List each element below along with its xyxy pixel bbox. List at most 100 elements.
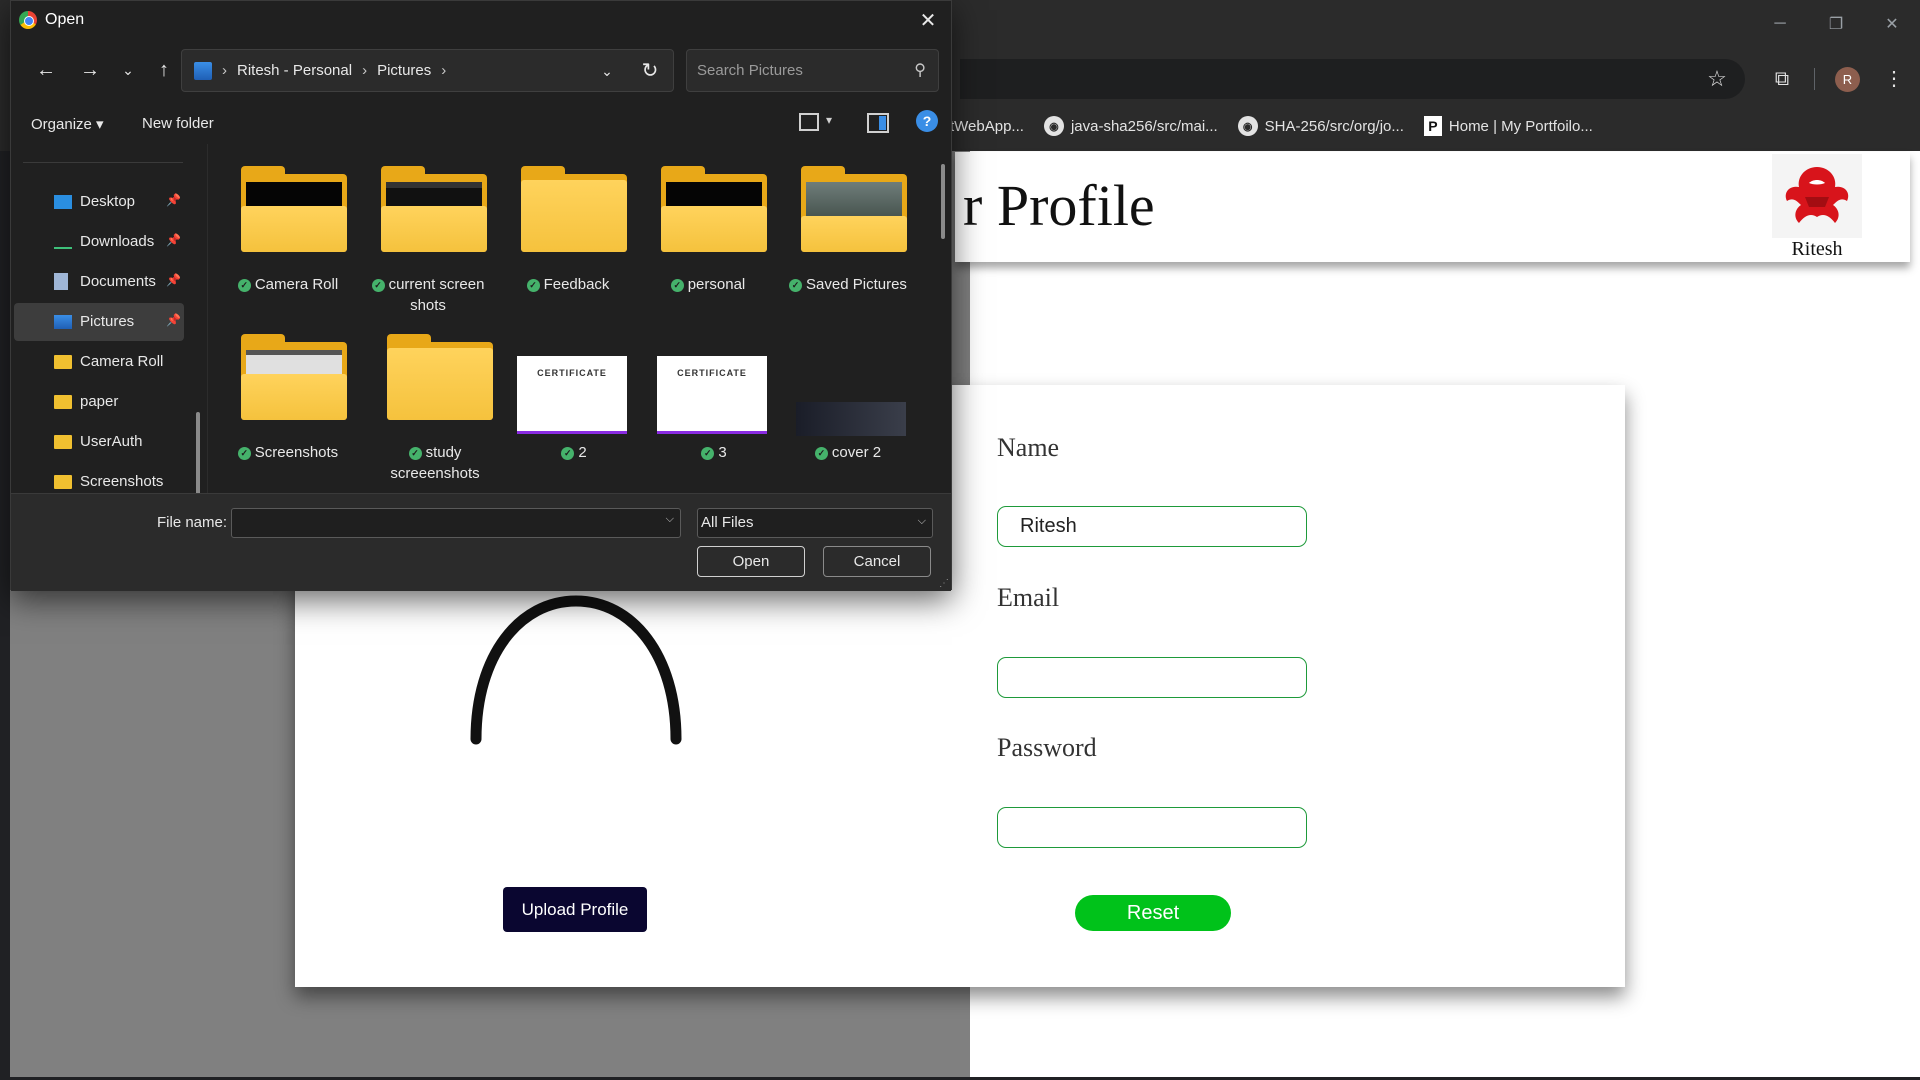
sidebar-item-screenshots[interactable]: Screenshots — [14, 463, 184, 494]
pin-icon[interactable]: 📌 — [166, 193, 181, 207]
sync-check-icon: ✓ — [670, 279, 684, 292]
sidebar-item-label: paper — [80, 393, 119, 410]
dialog-title: Open — [45, 11, 85, 28]
sidebar-item-downloads[interactable]: Downloads 📌 — [14, 223, 184, 261]
cancel-button[interactable]: Cancel — [823, 546, 931, 577]
folder-icon — [241, 334, 347, 420]
breadcrumb-item[interactable]: Ritesh - Personal — [237, 62, 352, 79]
bookmark-item[interactable]: ◉ java-sha256/src/mai... — [1043, 116, 1218, 136]
sidebar-item-label: Documents — [80, 273, 156, 290]
image-thumbnail: CERTIFICATE — [517, 356, 627, 434]
address-breadcrumb[interactable]: › Ritesh - Personal › Pictures › ⌄ ↻ — [181, 49, 674, 92]
resize-grip-icon[interactable]: ⋰ — [939, 578, 949, 589]
chevron-down-icon[interactable]: ▾ — [826, 113, 832, 127]
organize-menu[interactable]: Organize ▾ — [31, 115, 104, 133]
refresh-icon[interactable]: ↻ — [637, 58, 663, 84]
help-icon[interactable]: ? — [916, 110, 938, 132]
bookmark-star-icon[interactable]: ☆ — [1700, 62, 1734, 96]
sidebar-item-userauth[interactable]: UserAuth — [14, 423, 184, 461]
sidebar-item-camera-roll[interactable]: Camera Roll — [14, 343, 184, 381]
documents-icon — [54, 273, 68, 290]
file-tile-study-screeenshots[interactable]: ✓ study screeenshots — [367, 334, 501, 494]
back-arrow-icon[interactable]: ← — [29, 53, 63, 87]
file-tile-current-screen-shots[interactable]: ✓ current screen shots — [361, 166, 495, 326]
file-label: ✓ personal — [641, 274, 775, 295]
pictures-icon — [194, 62, 212, 80]
file-list-scrollbar[interactable] — [941, 164, 945, 239]
file-tile-personal[interactable]: ✓ personal — [641, 166, 775, 326]
pane-divider — [207, 144, 208, 494]
breadcrumb-item[interactable]: Pictures — [377, 62, 431, 79]
chevron-down-icon[interactable]: ⌵ — [666, 513, 674, 526]
name-field[interactable]: Ritesh — [997, 506, 1307, 547]
minimize-button[interactable]: ─ — [1752, 0, 1808, 48]
browser-menu-icon[interactable]: ⋮ — [1880, 62, 1908, 96]
restore-button[interactable]: ❐ — [1808, 0, 1864, 48]
sidebar-item-desktop[interactable]: Desktop 📌 — [14, 183, 184, 221]
view-options-icon[interactable] — [799, 113, 819, 131]
preview-pane-icon[interactable] — [867, 113, 889, 133]
reset-button[interactable]: Reset — [1075, 895, 1231, 931]
file-tile-cover-2[interactable]: ✓ cover 2 — [781, 334, 915, 494]
red-lion-logo-icon — [1772, 154, 1862, 238]
file-name-input[interactable]: ⌵ — [231, 508, 681, 538]
bookmark-item[interactable]: ◉ SHA-256/src/org/jo... — [1237, 116, 1404, 136]
bookmark-item[interactable]: tWebApp... — [950, 118, 1024, 135]
sidebar-item-label: Pictures — [80, 313, 135, 330]
sidebar-item-paper[interactable]: paper — [14, 383, 184, 421]
bookmark-label: SHA-256/src/org/jo... — [1264, 117, 1404, 135]
pin-icon[interactable]: 📌 — [166, 313, 181, 327]
close-icon[interactable]: ✕ — [905, 1, 951, 41]
email-field[interactable] — [997, 657, 1307, 698]
search-icon[interactable]: ⚲ — [914, 60, 926, 80]
up-arrow-icon[interactable]: ↑ — [147, 53, 181, 87]
pin-icon[interactable]: 📌 — [166, 273, 181, 287]
folder-icon — [521, 166, 627, 252]
sidebar-item-pictures[interactable]: Pictures 📌 — [14, 303, 184, 341]
close-window-button[interactable]: ✕ — [1864, 0, 1920, 48]
file-label: ✓ Saved Pictures — [781, 274, 915, 295]
search-box: ⚲ — [686, 49, 939, 92]
address-bar[interactable] — [960, 59, 1745, 99]
bookmark-label: Home | My Portfoilo... — [1448, 117, 1593, 135]
open-button[interactable]: Open — [697, 546, 805, 577]
download-icon — [54, 235, 72, 249]
search-input[interactable] — [687, 50, 902, 91]
dialog-nav-row: ← → ⌄ ↑ › Ritesh - Personal › Pictures ›… — [11, 49, 951, 93]
file-tile-camera-roll[interactable]: ✓ Camera Roll — [221, 166, 355, 326]
new-folder-button[interactable]: New folder — [142, 115, 214, 132]
file-tile-screenshots[interactable]: ✓ Screenshots — [221, 334, 355, 494]
open-file-dialog: Open ✕ ← → ⌄ ↑ › Ritesh - Personal › Pic… — [10, 0, 952, 591]
bookmark-item[interactable]: P Home | My Portfoilo... — [1423, 116, 1593, 136]
chevron-down-icon[interactable]: ⌵ — [918, 515, 926, 528]
sidebar-item-documents[interactable]: Documents 📌 — [14, 263, 184, 301]
chevron-down-icon[interactable]: ⌄ — [594, 58, 620, 84]
file-tile-saved-pictures[interactable]: ✓ Saved Pictures — [781, 166, 915, 326]
folder-icon — [381, 166, 487, 252]
file-tile-3[interactable]: CERTIFICATE ✓ 3 — [647, 334, 781, 494]
file-type-select[interactable]: All Files ⌵ — [697, 508, 933, 538]
file-tile-feedback[interactable]: ✓ Feedback — [501, 166, 635, 326]
file-label: ✓ 3 — [647, 442, 781, 463]
page-title: r Profile — [963, 173, 1155, 238]
chevron-right-icon[interactable]: › — [441, 62, 446, 79]
sidebar-scrollbar[interactable] — [196, 412, 200, 494]
file-tile-2[interactable]: CERTIFICATE ✓ 2 — [507, 334, 641, 494]
name-label: Name — [997, 433, 1060, 462]
chevron-right-icon: › — [362, 62, 368, 79]
dialog-titlebar: Open ✕ — [11, 1, 951, 41]
extensions-icon[interactable]: ⧉ — [1765, 62, 1799, 96]
chrome-icon — [19, 11, 37, 29]
upload-profile-button[interactable]: Upload Profile — [503, 887, 647, 932]
recent-locations-chevron-icon[interactable]: ⌄ — [111, 53, 145, 87]
profile-avatar[interactable]: R — [1835, 67, 1860, 92]
image-thumbnail: CERTIFICATE — [657, 356, 767, 434]
pin-icon[interactable]: 📌 — [166, 233, 181, 247]
sync-check-icon: ✓ — [237, 447, 251, 460]
sidebar-item-label: Desktop — [80, 193, 136, 210]
file-label: ✓ Feedback — [501, 274, 635, 295]
password-field[interactable] — [997, 807, 1307, 848]
sync-check-icon: ✓ — [814, 447, 828, 460]
command-bar: Organize ▾ New folder ▾ ? — [11, 109, 951, 141]
forward-arrow-icon[interactable]: → — [73, 53, 107, 87]
